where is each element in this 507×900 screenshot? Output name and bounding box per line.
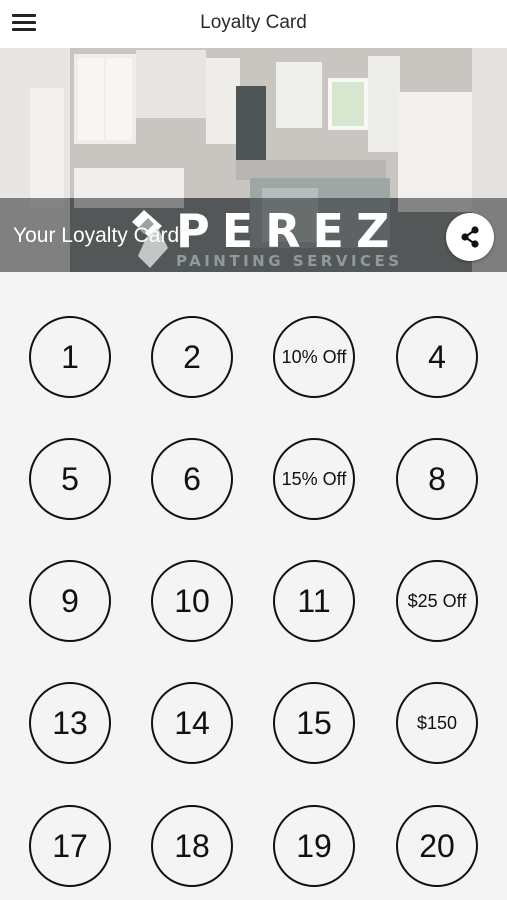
app-header: Loyalty Card bbox=[0, 0, 507, 48]
stamp-circle[interactable]: 6 bbox=[151, 438, 233, 520]
stamp-circle[interactable]: 1 bbox=[29, 316, 111, 398]
logo-tagline: PAINTING SERVICES bbox=[176, 252, 403, 270]
stamp-circle[interactable]: 17 bbox=[29, 805, 111, 887]
reward-stamp[interactable]: $25 Off bbox=[396, 560, 478, 642]
stamp-circle[interactable]: 10 bbox=[151, 560, 233, 642]
share-button[interactable] bbox=[446, 213, 494, 261]
reward-stamp[interactable]: $150 bbox=[396, 682, 478, 764]
stamp-grid: 1 2 10% Off 4 5 6 15% Off 8 9 10 11 $25 Off 13 14 15 $1… bbox=[0, 272, 507, 900]
stamp-circle[interactable]: 13 bbox=[29, 682, 111, 764]
stamp-circle[interactable]: 9 bbox=[29, 560, 111, 642]
stamp-circle[interactable]: 15 bbox=[273, 682, 355, 764]
stamp-circle[interactable]: 18 bbox=[151, 805, 233, 887]
stamp-circle[interactable]: 20 bbox=[396, 805, 478, 887]
stamp-circle[interactable]: 2 bbox=[151, 316, 233, 398]
reward-stamp[interactable]: 10% Off bbox=[273, 316, 355, 398]
stamp-circle[interactable]: 5 bbox=[29, 438, 111, 520]
share-icon bbox=[461, 226, 479, 248]
hero-banner: PEREZ PAINTING SERVICES Your Loyalty Car… bbox=[0, 48, 507, 272]
page-title: Loyalty Card bbox=[200, 12, 307, 33]
stamp-circle[interactable]: 4 bbox=[396, 316, 478, 398]
logo-wordmark: PEREZ bbox=[176, 204, 402, 258]
loyalty-card-label: Your Loyalty Card bbox=[13, 224, 180, 247]
stamp-circle[interactable]: 8 bbox=[396, 438, 478, 520]
stamp-circle[interactable]: 19 bbox=[273, 805, 355, 887]
stamp-circle[interactable]: 14 bbox=[151, 682, 233, 764]
stamp-circle[interactable]: 11 bbox=[273, 560, 355, 642]
reward-stamp[interactable]: 15% Off bbox=[273, 438, 355, 520]
